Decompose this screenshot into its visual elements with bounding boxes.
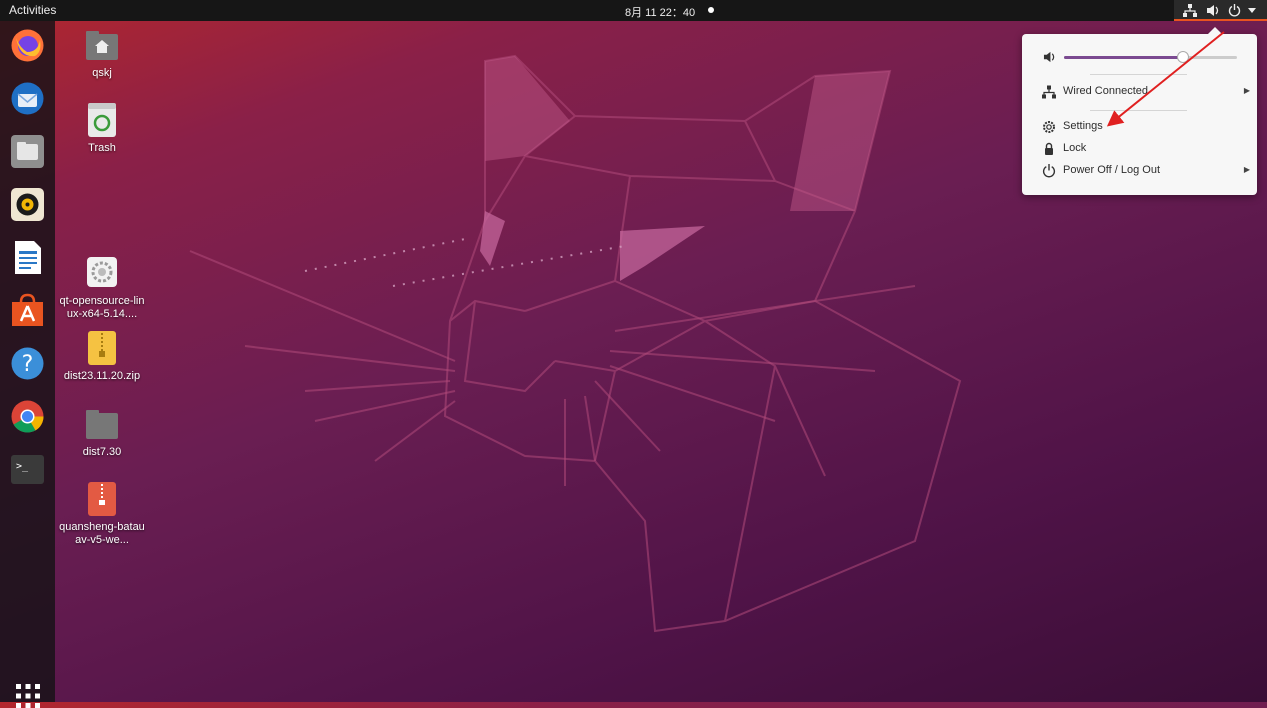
desktop-icon-label: dist7.30 bbox=[82, 446, 122, 458]
home-folder-icon bbox=[86, 31, 118, 60]
volume-icon bbox=[1207, 5, 1219, 16]
lock-label: Lock bbox=[1063, 142, 1087, 154]
ubuntu-software-icon[interactable] bbox=[10, 293, 45, 328]
desktop-icon-label: quansheng-batauav-v5-we... bbox=[59, 521, 145, 546]
lock-icon bbox=[1045, 142, 1053, 155]
rhythmbox-icon[interactable] bbox=[10, 187, 45, 222]
jar-archive-icon bbox=[88, 482, 116, 516]
desktop-icon-trash[interactable]: Trash bbox=[57, 103, 147, 155]
clock[interactable]: 8月 11 22：40 bbox=[625, 4, 695, 20]
chrome-icon[interactable] bbox=[10, 399, 45, 434]
files-icon[interactable] bbox=[10, 134, 45, 169]
chevron-down-icon bbox=[1248, 8, 1256, 13]
submenu-arrow-icon: ▶ bbox=[1243, 165, 1250, 174]
help-icon[interactable]: ? bbox=[10, 346, 45, 381]
volume-icon bbox=[1043, 51, 1055, 63]
dock: ? >_ bbox=[0, 21, 55, 708]
wired-connected-item[interactable]: Wired Connected ▶ bbox=[1042, 83, 1250, 101]
network-icon bbox=[1042, 85, 1056, 99]
wired-connected-label: Wired Connected bbox=[1063, 85, 1148, 97]
app-grid-icon[interactable] bbox=[16, 684, 40, 708]
gear-icon bbox=[1043, 121, 1055, 133]
desktop-icon-label: Trash bbox=[88, 142, 116, 154]
desktop-icon-zip[interactable]: dist23.11.20.zip bbox=[57, 331, 147, 383]
power-icon bbox=[1228, 4, 1241, 17]
menu-separator bbox=[1090, 74, 1187, 75]
volume-slider-knob[interactable] bbox=[1177, 51, 1190, 63]
system-menu: Wired Connected ▶ Settings Lock Power Of… bbox=[1022, 27, 1257, 195]
thunderbird-icon[interactable] bbox=[10, 81, 45, 116]
desktop-icon-label: qskj bbox=[92, 67, 112, 79]
terminal-icon[interactable]: >_ bbox=[10, 452, 45, 487]
desktop-icon-folder[interactable]: dist7.30 bbox=[57, 407, 147, 459]
power-off-label: Power Off / Log Out bbox=[1063, 164, 1161, 176]
power-off-item[interactable]: Power Off / Log Out ▶ bbox=[1042, 162, 1250, 180]
trash-icon bbox=[88, 103, 116, 137]
activities-button[interactable]: Activities bbox=[9, 3, 56, 17]
folder-icon bbox=[86, 410, 118, 439]
desktop-icon-label: qt-opensource-linux-x64-5.14.... bbox=[59, 295, 145, 320]
zip-archive-icon bbox=[88, 331, 116, 365]
svg-text:>_: >_ bbox=[16, 461, 29, 472]
notification-dot bbox=[708, 7, 714, 13]
svg-text:?: ? bbox=[22, 352, 34, 377]
power-icon bbox=[1042, 164, 1056, 178]
desktop-icon-home[interactable]: qskj bbox=[57, 28, 147, 80]
volume-slider-fill bbox=[1064, 56, 1184, 59]
firefox-icon[interactable] bbox=[10, 28, 45, 63]
menu-separator bbox=[1090, 110, 1187, 111]
desktop-icon-label: dist23.11.20.zip bbox=[63, 370, 141, 382]
installer-gear-icon bbox=[87, 257, 117, 287]
volume-row bbox=[1040, 50, 1240, 64]
top-bar: Activities 8月 11 22：40 bbox=[0, 0, 1267, 21]
lock-item[interactable]: Lock bbox=[1042, 140, 1242, 158]
network-icon bbox=[1183, 4, 1197, 17]
settings-label: Settings bbox=[1063, 120, 1103, 132]
system-tray[interactable] bbox=[1174, 0, 1267, 21]
submenu-arrow-icon: ▶ bbox=[1243, 86, 1250, 95]
writer-icon[interactable] bbox=[10, 240, 45, 275]
desktop-icon-archive[interactable]: quansheng-batauav-v5-we... bbox=[57, 482, 147, 547]
desktop-icon-qt[interactable]: qt-opensource-linux-x64-5.14.... bbox=[57, 256, 147, 321]
volume-slider[interactable] bbox=[1064, 51, 1237, 63]
settings-item[interactable]: Settings bbox=[1042, 118, 1242, 136]
